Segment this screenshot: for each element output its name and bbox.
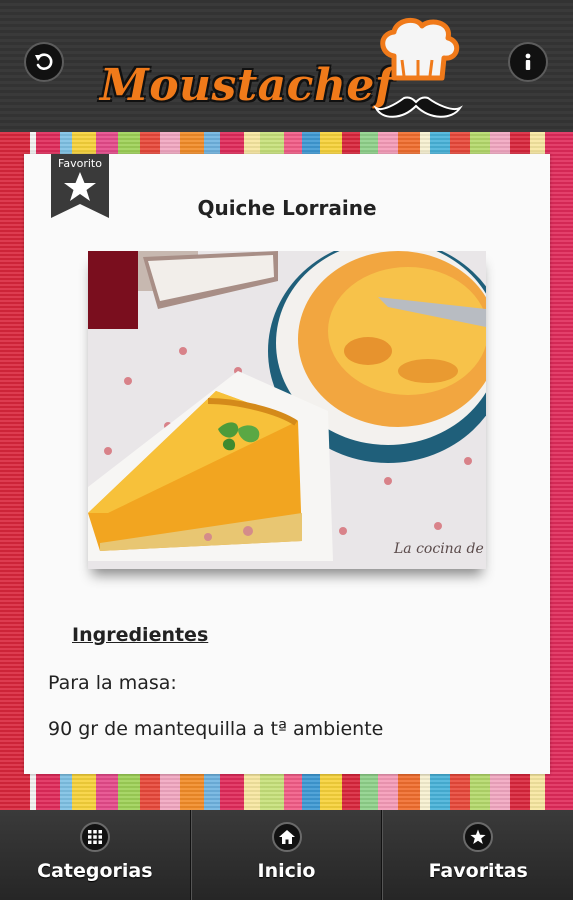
nav-favoritas-button[interactable]: Favoritas (382, 810, 573, 900)
nav-label: Inicio (257, 860, 316, 882)
nav-label: Categorias (37, 860, 153, 882)
info-icon (525, 53, 531, 70)
recipe-title: Quiche Lorraine (197, 196, 377, 220)
back-arrow-icon (35, 53, 53, 70)
back-button[interactable] (24, 42, 64, 82)
ingredient-line: 90 gr de mantequilla a tª ambiente (48, 718, 384, 740)
favorite-badge-label: Favorito (58, 157, 102, 170)
ingredient-line: Para la masa: (48, 672, 177, 694)
app-logo: Moustachef (96, 16, 466, 126)
info-button[interactable] (508, 42, 548, 82)
grid-icon (79, 822, 110, 852)
recipe-photo: La cocina de (88, 251, 486, 569)
chef-hat-moustache-icon (373, 17, 463, 118)
ingredients-heading: Ingredientes (72, 624, 209, 646)
bottom-nav: Categorias Inicio Favoritas (0, 810, 573, 900)
nav-inicio-button[interactable]: Inicio (190, 810, 383, 900)
star-icon (463, 822, 494, 852)
photo-watermark: La cocina de (393, 541, 484, 557)
nav-label: Favoritas (428, 860, 528, 882)
recipe-card: Favorito Quiche Lorraine La cocina de In… (24, 154, 550, 774)
quiche-photo: La cocina de (88, 251, 486, 569)
app-name: Moustachef (100, 60, 395, 111)
home-icon (271, 822, 302, 852)
app-header: Moustachef (0, 0, 573, 134)
nav-categorias-button[interactable]: Categorias (0, 810, 191, 900)
